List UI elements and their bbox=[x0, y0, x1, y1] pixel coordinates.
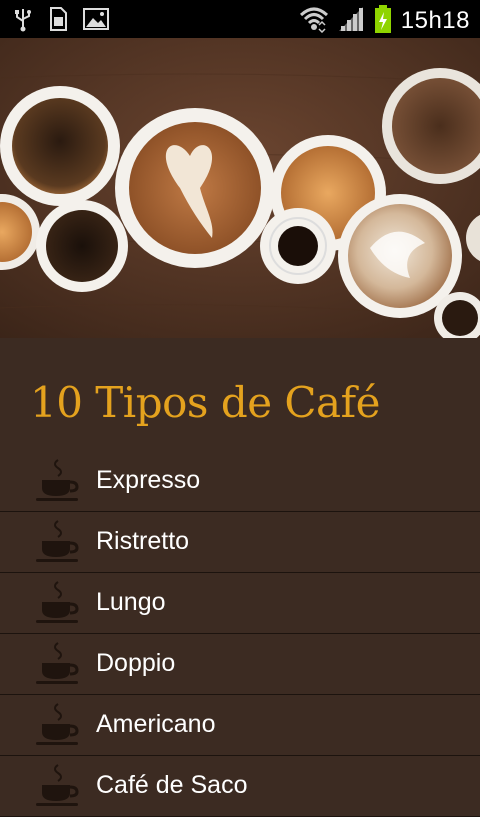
list-item-label: Expresso bbox=[96, 466, 201, 494]
coffee-list: Expresso Ristretto Lungo Doppio American… bbox=[0, 451, 480, 817]
content-panel: 10 Tipos de Café Expresso Ristretto Lung… bbox=[0, 338, 480, 817]
list-item-ristretto[interactable]: Ristretto bbox=[0, 512, 480, 573]
coffee-cup-icon bbox=[34, 519, 82, 567]
wifi-icon bbox=[299, 5, 329, 37]
list-item-lungo[interactable]: Lungo bbox=[0, 573, 480, 634]
coffee-cup-icon bbox=[34, 580, 82, 628]
battery-charging-icon bbox=[373, 4, 393, 38]
list-item-doppio[interactable]: Doppio bbox=[0, 634, 480, 695]
notification-icons bbox=[12, 6, 110, 36]
coffee-cup-icon bbox=[34, 458, 82, 506]
list-item-label: Doppio bbox=[96, 649, 176, 677]
sim-card-icon bbox=[48, 6, 68, 36]
coffee-cup-icon bbox=[34, 763, 82, 811]
clock: 15h18 bbox=[400, 7, 470, 34]
list-item-americano[interactable]: Americano bbox=[0, 695, 480, 756]
signal-icon bbox=[337, 5, 365, 37]
list-item-cafe-de-saco[interactable]: Café de Saco bbox=[0, 756, 480, 817]
list-item-label: Ristretto bbox=[96, 527, 190, 555]
list-item-expresso[interactable]: Expresso bbox=[0, 451, 480, 512]
system-icons: 15h18 bbox=[299, 4, 470, 38]
list-item-label: Lungo bbox=[96, 588, 166, 616]
header-image bbox=[0, 38, 480, 338]
status-bar: 15h18 bbox=[0, 0, 480, 38]
page-title: 10 Tipos de Café bbox=[30, 378, 380, 427]
coffee-cup-icon bbox=[34, 641, 82, 689]
picture-icon bbox=[82, 7, 110, 35]
list-item-label: Café de Saco bbox=[96, 771, 248, 799]
usb-icon bbox=[12, 6, 34, 36]
coffee-cup-icon bbox=[34, 702, 82, 750]
list-item-label: Americano bbox=[96, 710, 216, 738]
